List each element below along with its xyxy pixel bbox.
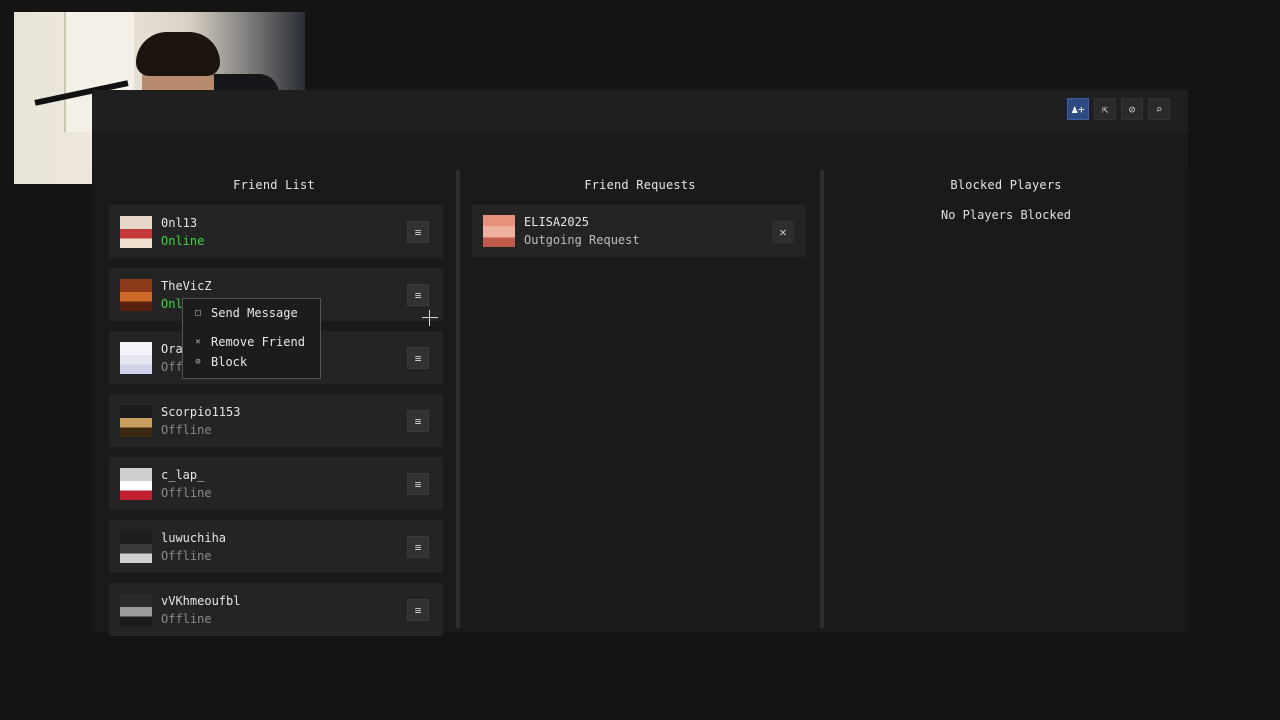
blocked-button[interactable]: ⊘ (1121, 98, 1143, 120)
friend-options-button[interactable]: ≡ (407, 221, 429, 243)
friend-options-button[interactable]: ≡ (407, 284, 429, 306)
friend-requests-title: Friend Requests (584, 178, 696, 192)
menu-icon: ≡ (414, 351, 422, 365)
friend-name: TheVicZ (161, 279, 212, 293)
avatar (120, 594, 152, 626)
friend-options-button[interactable]: ≡ (407, 410, 429, 432)
friend-options-button[interactable]: ≡ (407, 473, 429, 495)
menu-item-label: Send Message (211, 306, 298, 320)
menu-icon: ≡ (414, 603, 422, 617)
friend-status: Online (161, 234, 205, 248)
friend-card[interactable]: c_lap_ Offline ≡ (109, 457, 443, 510)
menu-icon: ≡ (414, 288, 422, 302)
avatar (120, 468, 152, 500)
friends-panel: Friend List 0nl13 Online ≡ TheVicZ Online ≡ Or… (92, 168, 1188, 636)
avatar (483, 215, 515, 247)
menu-icon: ≡ (414, 414, 422, 428)
menu-item-label: Remove Friend (211, 335, 305, 349)
search-icon: ⌕ (1155, 102, 1163, 116)
send-message-menu-item[interactable]: □ Send Message (183, 303, 320, 323)
menu-icon: ≡ (414, 225, 422, 239)
cancel-request-button[interactable]: ✕ (772, 221, 794, 243)
friend-name: Ora (161, 342, 183, 356)
friend-options-button[interactable]: ≡ (407, 536, 429, 558)
menu-icon: ≡ (414, 540, 422, 554)
avatar (120, 342, 152, 374)
blocked-empty-message: No Players Blocked (940, 208, 1072, 222)
add-friend-icon: ♟+ (1071, 102, 1085, 116)
friend-name: vVKhmeoufbl (161, 594, 241, 608)
friend-status: Offline (161, 423, 212, 437)
search-button[interactable]: ⌕ (1148, 98, 1170, 120)
blocked-players-column: Blocked Players No Players Blocked (824, 168, 1188, 632)
friend-name: luwuchiha (161, 531, 227, 545)
friend-requests-column: Friend Requests ELISA2025 Outgoing Reque… (460, 168, 820, 632)
friend-list: 0nl13Online≡TheVicZOnline≡OraOffline≡Sco… (109, 205, 443, 646)
message-icon: □ (195, 308, 201, 318)
menu-icon: ≡ (414, 477, 422, 491)
friend-options-button[interactable]: ≡ (407, 347, 429, 369)
friend-card[interactable]: vVKhmeoufbl Offline ≡ (109, 583, 443, 636)
friend-name: Scorpio1153 (161, 405, 241, 419)
share-button[interactable]: ⇱ (1094, 98, 1116, 120)
tabs-bar (92, 130, 1188, 168)
remove-friend-menu-item[interactable]: ✕ Remove Friend (183, 332, 320, 352)
blocked-players-title: Blocked Players (950, 178, 1062, 192)
block-icon: ⊘ (195, 357, 201, 367)
avatar (120, 531, 152, 563)
friend-card[interactable]: 0nl13 Online ≡ (109, 205, 443, 258)
block-icon: ⊘ (1128, 102, 1136, 116)
share-icon: ⇱ (1101, 102, 1109, 116)
webcam-person-hair (136, 32, 220, 76)
add-friend-button[interactable]: ♟+ (1067, 98, 1089, 120)
friend-list-title: Friend List (233, 178, 315, 192)
friend-status: Offline (161, 612, 212, 626)
menu-item-label: Block (211, 355, 248, 369)
request-card: ELISA2025 Outgoing Request ✕ (472, 205, 806, 257)
friends-header-bar: ♟+ ⇱ ⊘ ⌕ (92, 90, 1188, 130)
avatar (120, 405, 152, 437)
header-actions: ♟+ ⇱ ⊘ ⌕ (1067, 98, 1170, 120)
friend-card[interactable]: Scorpio1153 Offline ≡ (109, 394, 443, 447)
avatar (120, 216, 152, 248)
friend-list-column: Friend List 0nl13 Online ≡ TheVicZ Online ≡ Or… (92, 168, 456, 636)
friend-context-menu: □ Send Message ✕ Remove Friend ⊘ Block (182, 298, 321, 379)
block-menu-item[interactable]: ⊘ Block (183, 352, 320, 372)
friend-card[interactable]: luwuchiha Offline ≡ (109, 520, 443, 573)
friend-name: 0nl13 (161, 216, 198, 230)
close-icon: ✕ (195, 337, 201, 347)
request-status: Outgoing Request (524, 233, 640, 247)
friend-status: Offline (161, 549, 212, 563)
close-icon: ✕ (779, 225, 787, 239)
avatar (120, 279, 152, 311)
mouse-cursor-icon (422, 310, 438, 326)
menu-separator (183, 323, 320, 332)
request-name: ELISA2025 (524, 215, 590, 229)
friend-status: Offline (161, 486, 212, 500)
friend-name: c_lap_ (161, 468, 205, 482)
friend-options-button[interactable]: ≡ (407, 599, 429, 621)
